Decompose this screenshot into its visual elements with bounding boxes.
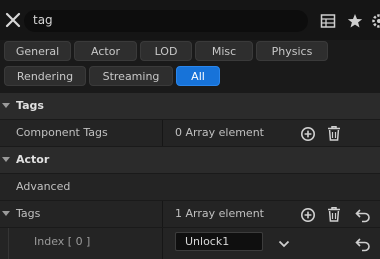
collapse-arrow-icon[interactable] [2,211,10,216]
table-icon[interactable] [320,13,336,29]
advanced-row[interactable]: Advanced [0,173,380,200]
collapse-arrow-icon[interactable] [2,103,10,108]
add-icon[interactable] [300,207,316,223]
array-element-row: Index [ 0 ] Unlock1 [0,227,380,259]
filter-lod[interactable]: LOD [140,41,192,61]
delete-icon[interactable] [326,206,342,222]
index-label: Index [ 0 ] [34,235,91,248]
reset-icon[interactable] [355,207,371,223]
filter-physics[interactable]: Physics [256,41,328,61]
filter-misc[interactable]: Misc [195,41,253,61]
tag-value-field[interactable]: Unlock1 [175,232,263,251]
column-separator[interactable] [162,201,163,228]
advanced-label: Advanced [16,180,71,193]
filter-actor[interactable]: Actor [74,41,137,61]
settings-icon[interactable] [371,13,380,29]
tag-value-text: Unlock1 [185,235,230,248]
category-actor[interactable]: Actor [0,146,380,173]
tags-label: Tags [16,207,41,220]
search-input[interactable]: tag [24,10,308,32]
collapse-arrow-icon[interactable] [2,157,10,162]
filter-streaming[interactable]: Streaming [89,66,173,86]
column-separator[interactable] [162,120,163,147]
property-row-tags: Tags 1 Array element [0,200,380,228]
tags-value: 1 Array element [175,207,264,220]
star-icon[interactable] [347,13,363,29]
filter-rendering[interactable]: Rendering [4,66,86,86]
chevron-down-icon[interactable] [276,236,292,252]
category-actor-label: Actor [16,153,50,166]
filter-all[interactable]: All [176,66,220,86]
search-text: tag [33,13,53,27]
reset-icon[interactable] [355,236,371,252]
tree-guide-line [8,228,9,259]
property-row-component-tags: Component Tags 0 Array element [0,119,380,147]
details-toolbar: tag [0,0,380,40]
component-tags-value: 0 Array element [175,126,264,139]
close-icon[interactable] [5,11,21,29]
add-icon[interactable] [300,126,316,142]
filter-general[interactable]: General [4,41,71,61]
category-tags-label: Tags [16,99,44,112]
column-separator[interactable] [162,228,163,259]
component-tags-label: Component Tags [16,126,108,139]
delete-icon[interactable] [326,125,342,141]
category-tags[interactable]: Tags [0,92,380,119]
